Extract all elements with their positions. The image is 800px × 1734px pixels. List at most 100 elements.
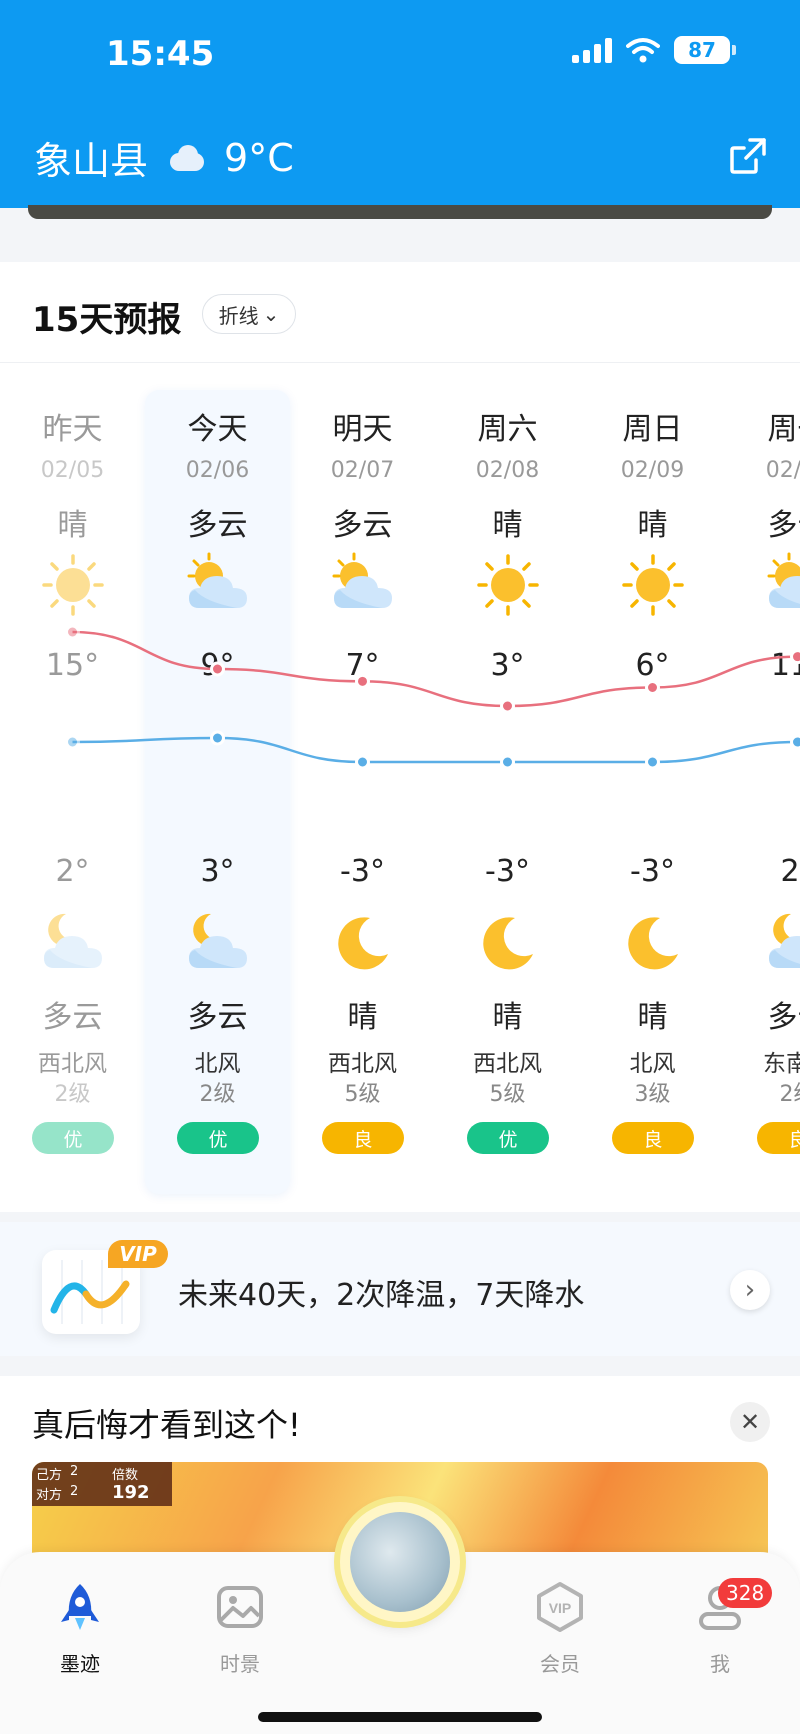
status-time: 15:45 <box>106 34 215 74</box>
vip-icon: VIP <box>537 1582 583 1632</box>
low-temperature-line-point <box>790 734 800 750</box>
center-scene-button[interactable] <box>340 1502 460 1622</box>
vip-40day-banner[interactable]: VIP 未来40天，2次降温，7天降水 › <box>0 1222 800 1356</box>
day-date: 02/09 <box>620 458 685 483</box>
chevron-right-icon[interactable]: › <box>730 1270 770 1310</box>
sun-cloud-icon <box>185 552 251 618</box>
low-temperature: 2° <box>55 854 90 889</box>
share-icon[interactable] <box>726 134 770 178</box>
low-temperature: -3° <box>340 854 385 889</box>
tab-label: 时景 <box>220 1652 260 1676</box>
tab-label: 墨迹 <box>60 1652 100 1676</box>
battery-indicator: 87 <box>674 36 736 64</box>
night-condition: 多云 <box>187 1000 248 1035</box>
wind-level: 2级 <box>199 1082 236 1107</box>
wind-level: 5级 <box>489 1082 526 1107</box>
forecast-title: 15天预报 <box>32 300 182 340</box>
high-temperature: 9° <box>200 648 235 683</box>
day-date: 02/07 <box>330 458 395 483</box>
chart-mode-label: 折线 <box>218 303 259 328</box>
ad-score-row1-label: 己方 <box>36 1468 63 1483</box>
wind-direction: 北风 <box>629 1051 676 1077</box>
day-condition: 晴 <box>492 508 523 543</box>
banner-image-edge <box>28 205 772 219</box>
moon-cloud-icon <box>765 910 800 976</box>
high-temperature: 11° <box>770 648 800 683</box>
day-condition: 多云 <box>187 508 248 543</box>
moon-icon <box>475 910 541 976</box>
day-condition: 晴 <box>57 508 88 543</box>
sun-cloud-icon <box>765 552 800 618</box>
aqi-badge: 良 <box>322 1122 404 1154</box>
rocket-icon <box>61 1584 99 1630</box>
ad-title[interactable]: 真后悔才看到这个! <box>32 1400 301 1446</box>
tab-vip[interactable]: VIP 会员 <box>500 1580 620 1677</box>
sun-icon <box>475 552 541 618</box>
low-temperature-line-point <box>65 734 80 750</box>
ad-score-value: 192 <box>112 1482 150 1503</box>
night-condition: 多云 <box>767 1000 800 1035</box>
chart-mode-dropdown[interactable]: 折线 ⌄ <box>202 294 296 334</box>
top-header: 15:45 87 象山县 9°C <box>0 0 800 208</box>
wind-level: 2级 <box>779 1082 800 1107</box>
picture-icon <box>217 1586 263 1628</box>
aqi-badge: 良 <box>612 1122 694 1154</box>
aqi-badge: 优 <box>467 1122 549 1154</box>
sun-icon <box>620 552 686 618</box>
divider <box>0 362 800 363</box>
wind-direction: 西北风 <box>38 1051 107 1077</box>
low-temperature: 2° <box>780 854 800 889</box>
night-condition: 晴 <box>637 1000 668 1035</box>
high-temperature: 3° <box>490 648 525 683</box>
tab-moji[interactable]: 墨迹 <box>20 1580 140 1677</box>
svg-text:VIP: VIP <box>549 1600 572 1616</box>
close-icon[interactable]: ✕ <box>730 1402 770 1442</box>
high-temperature-line-point <box>65 624 80 640</box>
day-condition: 多云 <box>767 508 800 543</box>
location-summary[interactable]: 象山县 9°C <box>34 130 294 185</box>
sun-icon <box>40 552 106 618</box>
low-temperature: -3° <box>630 854 675 889</box>
scene-thumbnail <box>350 1512 450 1612</box>
current-temperature: 9°C <box>224 135 294 180</box>
low-temperature-line-point <box>500 754 515 770</box>
high-temperature-line-point <box>500 698 515 714</box>
low-temperature-line-point <box>645 754 660 770</box>
ad-score-title: 倍数 <box>112 1468 139 1483</box>
day-name: 今天 <box>187 412 248 447</box>
day-name: 周一 <box>767 412 800 447</box>
ad-scoreboard: 己方 2 对方 2 倍数 192 <box>32 1462 172 1506</box>
aqi-badge: 优 <box>32 1122 114 1154</box>
night-condition: 晴 <box>347 1000 378 1035</box>
cellular-signal-icon <box>572 37 612 63</box>
high-temperature: 7° <box>345 648 380 683</box>
day-condition: 多云 <box>332 508 393 543</box>
day-name: 周日 <box>622 412 683 447</box>
day-name: 明天 <box>332 412 393 447</box>
chevron-down-icon: ⌄ <box>262 302 280 326</box>
ad-score-row1-value: 2 <box>70 1464 79 1479</box>
vip-badge: VIP <box>108 1240 168 1268</box>
wind-direction: 北风 <box>194 1051 241 1077</box>
wind-level: 5级 <box>344 1082 381 1107</box>
day-name: 周六 <box>477 412 538 447</box>
wind-direction: 东南风 <box>763 1051 800 1077</box>
day-date: 02/10 <box>765 458 800 483</box>
vip-banner-text: 未来40天，2次降温，7天降水 <box>178 1278 585 1313</box>
aqi-badge: 优 <box>177 1122 259 1154</box>
high-temperature: 6° <box>635 648 670 683</box>
night-condition: 多云 <box>42 1000 103 1035</box>
low-temperature-line-point <box>355 754 370 770</box>
day-date: 02/06 <box>185 458 250 483</box>
tab-shijing[interactable]: 时景 <box>180 1580 300 1677</box>
cloud-icon <box>166 144 206 171</box>
high-temperature-line-point <box>645 680 660 695</box>
wind-level: 3级 <box>634 1082 671 1107</box>
home-indicator <box>258 1712 542 1722</box>
notification-badge: 328 <box>718 1578 773 1608</box>
low-temperature: 3° <box>200 854 235 889</box>
day-name: 昨天 <box>42 412 103 447</box>
day-date: 02/08 <box>475 458 540 483</box>
status-indicators: 87 <box>572 36 736 64</box>
sun-cloud-icon <box>330 552 396 618</box>
